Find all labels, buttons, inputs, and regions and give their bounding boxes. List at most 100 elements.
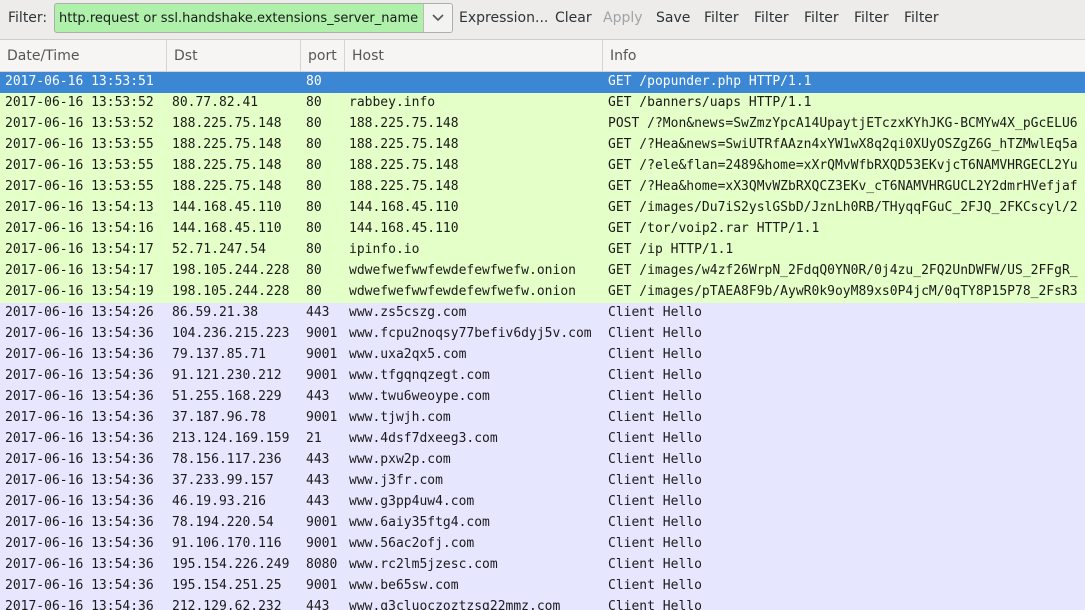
packet-row[interactable]: 2017-06-16 13:54:36 37.187.96.78 9001 www.t…	[0, 408, 1085, 429]
packet-host: 188.225.75.148	[349, 179, 459, 194]
column-header-host[interactable]: Host	[345, 40, 603, 71]
packet-host: 188.225.75.148	[349, 116, 459, 131]
packet-row[interactable]: 2017-06-16 13:53:55 188.225.75.148 80 188.2…	[0, 156, 1085, 177]
packet-host: www.g3pp4uw4.com	[349, 494, 475, 509]
column-header-datetime[interactable]: Date/Time	[0, 40, 167, 71]
packet-host: ipinfo.io	[349, 242, 420, 257]
packet-row[interactable]: 2017-06-16 13:54:19 198.105.244.228 80 wdwe…	[0, 282, 1085, 303]
packet-row[interactable]: 2017-06-16 13:54:36 78.194.220.54 9001 www.…	[0, 513, 1085, 534]
filter-button-3[interactable]: Filter	[804, 10, 839, 26]
apply-button[interactable]: Apply	[603, 10, 643, 26]
packet-info: GET /images/w4zf26WrpN_2FdqQ0YN0R/0j4zu_…	[608, 263, 1078, 278]
packet-info: Client Hello	[608, 473, 702, 488]
packet-row[interactable]: 2017-06-16 13:54:36 46.19.93.216 443 www.g3…	[0, 492, 1085, 513]
packet-host: 188.225.75.148	[349, 158, 459, 173]
packet-row[interactable]: 2017-06-16 13:54:36 213.124.169.159 21 www.…	[0, 429, 1085, 450]
packet-port: 21	[306, 431, 322, 446]
packet-dst: 195.154.226.249	[172, 557, 290, 572]
packet-row[interactable]: 2017-06-16 13:54:16 144.168.45.110 80 144.1…	[0, 219, 1085, 240]
packet-info: GET /banners/uaps HTTP/1.1	[608, 95, 812, 110]
column-header-info[interactable]: Info	[603, 40, 1085, 71]
packet-host: wdwefwefwwfewdefewfwefw.onion	[349, 263, 576, 278]
packet-row[interactable]: 2017-06-16 13:54:36 51.255.168.229 443 www.…	[0, 387, 1085, 408]
packet-row[interactable]: 2017-06-16 13:54:36 212.129.62.232 443 www.…	[0, 597, 1085, 610]
packet-info: Client Hello	[608, 431, 702, 446]
packet-datetime: 2017-06-16 13:54:36	[5, 326, 154, 341]
packet-host: 144.168.45.110	[349, 200, 459, 215]
packet-host: www.pxw2p.com	[349, 452, 451, 467]
packet-port: 80	[306, 95, 322, 110]
display-filter-input[interactable]: http.request or ssl.handshake.extensions…	[54, 3, 453, 33]
packet-datetime: 2017-06-16 13:54:36	[5, 410, 154, 425]
packet-host: www.fcpu2noqsy77befiv6dyj5v.com	[349, 326, 592, 341]
packet-port: 443	[306, 599, 330, 610]
packet-info: Client Hello	[608, 410, 702, 425]
packet-row[interactable]: 2017-06-16 13:54:13 144.168.45.110 80 144.1…	[0, 198, 1085, 219]
packet-row[interactable]: 2017-06-16 13:54:36 195.154.226.249 8080 ww…	[0, 555, 1085, 576]
packet-host: 188.225.75.148	[349, 137, 459, 152]
packet-info: Client Hello	[608, 368, 702, 383]
save-button[interactable]: Save	[656, 10, 690, 26]
packet-datetime: 2017-06-16 13:53:52	[5, 116, 154, 131]
packet-datetime: 2017-06-16 13:53:55	[5, 158, 154, 173]
packet-row[interactable]: 2017-06-16 13:54:17 198.105.244.228 80 wdwe…	[0, 261, 1085, 282]
packet-row[interactable]: 2017-06-16 13:54:36 104.236.215.223 9001 ww…	[0, 324, 1085, 345]
filter-button-5[interactable]: Filter	[904, 10, 939, 26]
packet-host: www.uxa2qx5.com	[349, 347, 467, 362]
packet-datetime: 2017-06-16 13:54:36	[5, 515, 154, 530]
packet-info: Client Hello	[608, 389, 702, 404]
packet-port: 80	[306, 242, 322, 257]
packet-dst: 198.105.244.228	[172, 263, 290, 278]
filter-button-2[interactable]: Filter	[754, 10, 789, 26]
filter-history-dropdown[interactable]	[423, 4, 452, 32]
packet-info: GET /images/pTAEA8F9b/AywR0k9oyM89xs0P4j…	[608, 284, 1078, 299]
filter-toolbar: Filter: http.request or ssl.handshake.ex…	[0, 0, 1085, 40]
filter-button-1[interactable]: Filter	[704, 10, 739, 26]
packet-row[interactable]: 2017-06-16 13:53:55 188.225.75.148 80 188.2…	[0, 135, 1085, 156]
packet-row[interactable]: 2017-06-16 13:53:52 188.225.75.148 80 188.2…	[0, 114, 1085, 135]
packet-datetime: 2017-06-16 13:54:36	[5, 599, 154, 610]
packet-row[interactable]: 2017-06-16 13:54:26 86.59.21.38 443 www.zs5…	[0, 303, 1085, 324]
packet-row[interactable]: 2017-06-16 13:54:36 37.233.99.157 443 www.j…	[0, 471, 1085, 492]
packet-datetime: 2017-06-16 13:54:19	[5, 284, 154, 299]
packet-dst: 80.77.82.41	[172, 95, 259, 110]
packet-datetime: 2017-06-16 13:54:17	[5, 242, 154, 257]
packet-info: POST /?Mon&news=SwZmzYpcA14UpaytjETczxKY…	[608, 116, 1078, 131]
packet-datetime: 2017-06-16 13:54:36	[5, 536, 154, 551]
column-header-port[interactable]: port	[301, 40, 345, 71]
packet-info: Client Hello	[608, 494, 702, 509]
chevron-down-icon	[432, 14, 444, 22]
expression-button[interactable]: Expression...	[459, 10, 548, 26]
packet-row[interactable]: 2017-06-16 13:53:55 188.225.75.148 80 188.2…	[0, 177, 1085, 198]
packet-row[interactable]: 2017-06-16 13:54:36 78.156.117.236 443 www.…	[0, 450, 1085, 471]
packet-row[interactable]: 2017-06-16 13:54:36 91.106.170.116 9001 www…	[0, 534, 1085, 555]
packet-info: GET /ip HTTP/1.1	[608, 242, 734, 257]
clear-button[interactable]: Clear	[555, 10, 592, 26]
packet-row[interactable]: 2017-06-16 13:53:51 80 GET /popunder.php H…	[0, 72, 1085, 93]
packet-port: 8080	[306, 557, 338, 572]
packet-host: www.rc2lm5jzesc.com	[349, 557, 498, 572]
packet-host: www.tfgqnqzegt.com	[349, 368, 490, 383]
packet-host: www.6aiy35ftg4.com	[349, 515, 490, 530]
display-filter-text[interactable]: http.request or ssl.handshake.extensions…	[59, 11, 423, 26]
column-header-dst[interactable]: Dst	[167, 40, 301, 71]
packet-port: 80	[306, 284, 322, 299]
packet-row[interactable]: 2017-06-16 13:54:36 79.137.85.71 9001 www.u…	[0, 345, 1085, 366]
packet-info: Client Hello	[608, 557, 702, 572]
filter-button-4[interactable]: Filter	[854, 10, 889, 26]
packet-row[interactable]: 2017-06-16 13:54:36 91.121.230.212 9001 www…	[0, 366, 1085, 387]
packet-row[interactable]: 2017-06-16 13:54:17 52.71.247.54 80 ipinfo.…	[0, 240, 1085, 261]
packet-dst: 86.59.21.38	[172, 305, 259, 320]
packet-info: Client Hello	[608, 599, 702, 610]
packet-datetime: 2017-06-16 13:54:26	[5, 305, 154, 320]
packet-port: 80	[306, 74, 322, 89]
packet-host: www.4dsf7dxeeg3.com	[349, 431, 498, 446]
packet-datetime: 2017-06-16 13:54:36	[5, 473, 154, 488]
packet-dst: 78.156.117.236	[172, 452, 282, 467]
packet-row[interactable]: 2017-06-16 13:54:36 195.154.251.25 9001 www…	[0, 576, 1085, 597]
packet-info: Client Hello	[608, 326, 702, 341]
packet-port: 9001	[306, 326, 338, 341]
packet-dst: 37.187.96.78	[172, 410, 266, 425]
packet-row[interactable]: 2017-06-16 13:53:52 80.77.82.41 80 rabbey.i…	[0, 93, 1085, 114]
packet-dst: 195.154.251.25	[172, 578, 282, 593]
